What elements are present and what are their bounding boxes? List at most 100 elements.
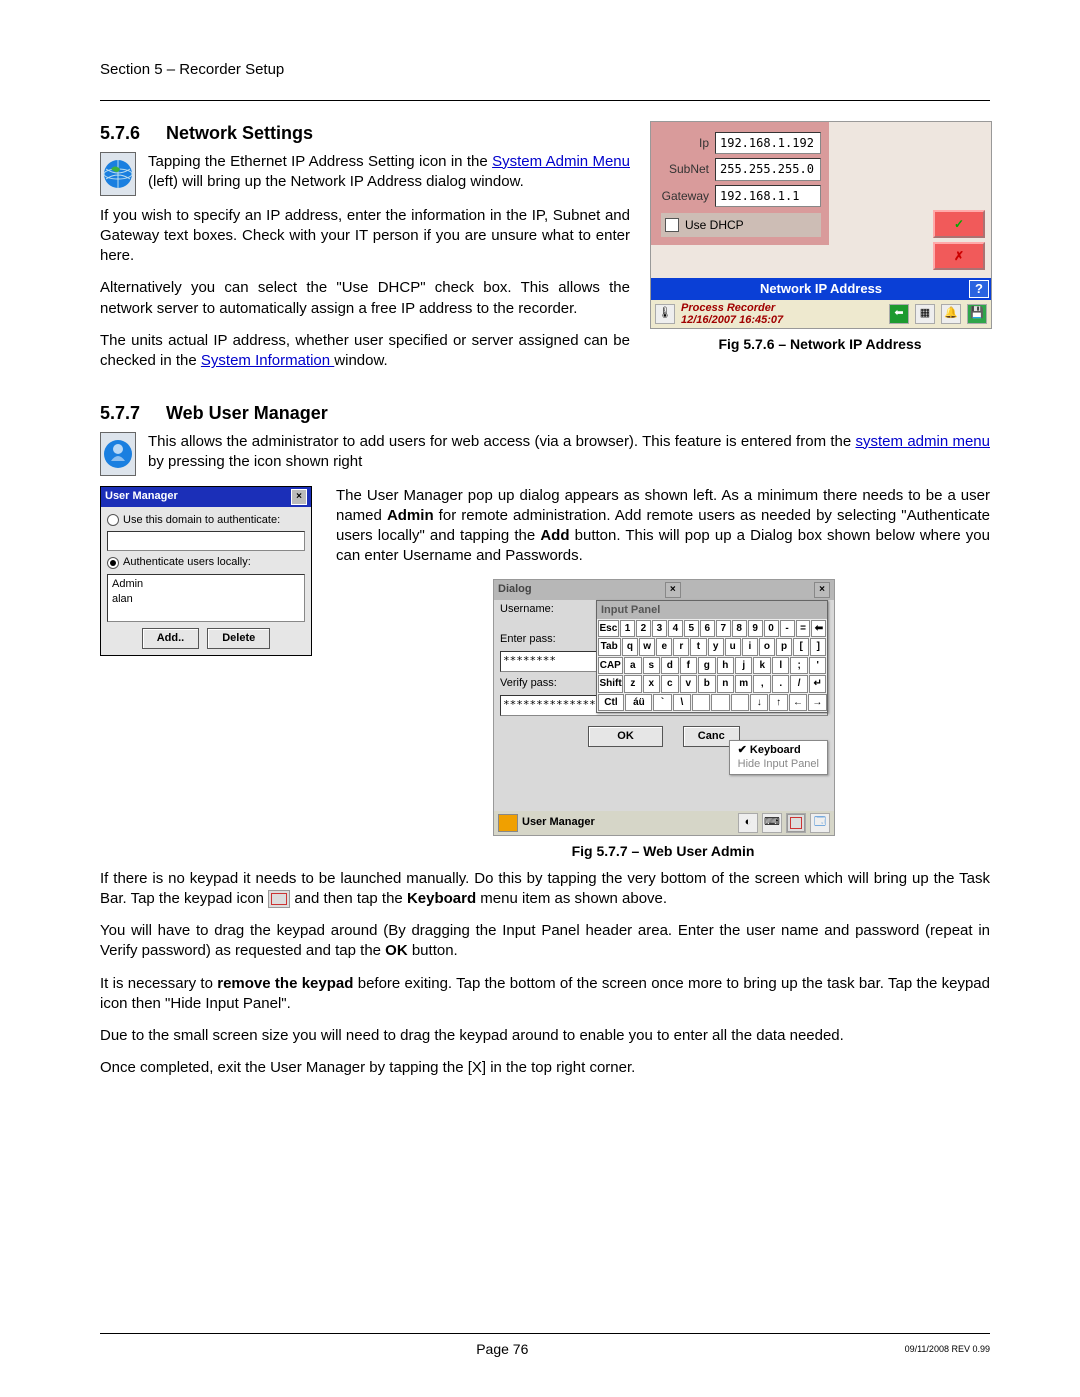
key[interactable]: j	[735, 657, 752, 675]
key[interactable]: s	[643, 657, 660, 675]
radio-local[interactable]: Authenticate users locally:	[107, 555, 305, 570]
key[interactable]: 9	[748, 620, 763, 638]
key[interactable]: 2	[636, 620, 651, 638]
key[interactable]: \	[673, 694, 691, 712]
key[interactable]: m	[735, 675, 752, 693]
key[interactable]: 6	[700, 620, 715, 638]
input-panel-title[interactable]: Input Panel	[597, 601, 827, 620]
bottom-rule	[100, 1333, 990, 1334]
gateway-input[interactable]: 192.168.1.1	[715, 185, 821, 207]
verifypass-label: Verify pass:	[500, 676, 557, 691]
link-system-admin-menu[interactable]: System Admin Menu	[492, 153, 630, 170]
user-item[interactable]: Admin	[112, 577, 300, 592]
link-system-admin-menu-2[interactable]: system admin menu	[856, 433, 990, 450]
key[interactable]: 0	[764, 620, 779, 638]
tray-icon[interactable]: ⌨	[762, 813, 782, 833]
radio-domain[interactable]: Use this domain to authenticate:	[107, 513, 305, 528]
key[interactable]: i	[742, 638, 758, 656]
key[interactable]: CAP	[598, 657, 624, 675]
key[interactable]: d	[661, 657, 678, 675]
key[interactable]: u	[725, 638, 741, 656]
key[interactable]: '	[809, 657, 826, 675]
key[interactable]: Shift	[598, 675, 624, 693]
key[interactable]: x	[643, 675, 660, 693]
key[interactable]: o	[759, 638, 775, 656]
nav-icon[interactable]: ⬅	[889, 304, 909, 324]
key[interactable]: z	[624, 675, 641, 693]
cancel-button[interactable]: ✗	[933, 242, 985, 270]
key[interactable]: áü	[625, 694, 652, 712]
key[interactable]: a	[624, 657, 641, 675]
help-icon[interactable]: ?	[969, 280, 989, 298]
key[interactable]: e	[656, 638, 672, 656]
key[interactable]: `	[653, 694, 671, 712]
key[interactable]: p	[776, 638, 792, 656]
key[interactable]: =	[796, 620, 811, 638]
close-icon[interactable]: ×	[291, 489, 307, 505]
key[interactable]: .	[772, 675, 789, 693]
key[interactable]: ↵	[809, 675, 826, 693]
key[interactable]: [	[793, 638, 809, 656]
key[interactable]: Tab	[598, 638, 621, 656]
grid-icon[interactable]: ▦	[915, 304, 935, 324]
taskbar-item[interactable]: User Manager	[522, 815, 595, 830]
key[interactable]: c	[661, 675, 678, 693]
keyboard-menu-item[interactable]: ✔ Keyboard	[738, 743, 819, 758]
key[interactable]: /	[790, 675, 807, 693]
ok-button[interactable]: OK	[588, 726, 663, 747]
key[interactable]: →	[808, 694, 826, 712]
close-icon[interactable]: ×	[814, 582, 830, 598]
tray-icon[interactable]: 🗔	[810, 813, 830, 833]
key[interactable]: q	[622, 638, 638, 656]
save-icon[interactable]: 💾	[967, 304, 987, 324]
key[interactable]: Ctl	[598, 694, 625, 712]
key[interactable]	[711, 694, 729, 712]
key[interactable]: ]	[810, 638, 826, 656]
p-577-2: The User Manager pop up dialog appears a…	[336, 486, 990, 567]
key[interactable]: Esc	[598, 620, 620, 638]
subnet-input[interactable]: 255.255.255.0	[715, 158, 821, 180]
hide-panel-menu-item[interactable]: Hide Input Panel	[738, 757, 819, 772]
key[interactable]: ,	[753, 675, 770, 693]
key[interactable]: w	[639, 638, 655, 656]
key[interactable]: -	[780, 620, 795, 638]
fig-577-caption: Fig 5.7.7 – Web User Admin	[493, 842, 833, 861]
key[interactable]: y	[708, 638, 724, 656]
ok-button[interactable]: ✓	[933, 210, 985, 238]
link-system-information[interactable]: System Information	[201, 352, 334, 369]
key[interactable]: h	[717, 657, 734, 675]
key[interactable]: 8	[732, 620, 747, 638]
use-dhcp-checkbox[interactable]: Use DHCP	[661, 213, 821, 237]
key[interactable]: n	[717, 675, 734, 693]
key[interactable]: 5	[684, 620, 699, 638]
alarm-icon[interactable]: 🔔	[941, 304, 961, 324]
user-item[interactable]: alan	[112, 592, 300, 607]
key[interactable]: ⬅	[811, 620, 826, 638]
key[interactable]: g	[698, 657, 715, 675]
key[interactable]: ↓	[750, 694, 768, 712]
key[interactable]: f	[680, 657, 697, 675]
ip-input[interactable]: 192.168.1.192	[715, 132, 821, 154]
key[interactable]: r	[673, 638, 689, 656]
keypad-tray-icon[interactable]	[786, 813, 806, 833]
key[interactable]: k	[753, 657, 770, 675]
key[interactable]: ;	[790, 657, 807, 675]
key[interactable]: 3	[652, 620, 667, 638]
delete-button[interactable]: Delete	[207, 628, 270, 649]
key[interactable]: l	[772, 657, 789, 675]
add-button[interactable]: Add..	[142, 628, 200, 649]
revision: 09/11/2008 REV 0.99	[905, 1343, 990, 1355]
key[interactable]: ←	[789, 694, 807, 712]
key[interactable]: 1	[620, 620, 635, 638]
close-icon[interactable]: ×	[665, 582, 681, 598]
start-icon[interactable]	[498, 814, 518, 832]
key[interactable]: 4	[668, 620, 683, 638]
key[interactable]: 7	[716, 620, 731, 638]
tray-icon[interactable]: ◐	[738, 813, 758, 833]
key[interactable]	[731, 694, 749, 712]
key[interactable]: v	[680, 675, 697, 693]
key[interactable]: b	[698, 675, 715, 693]
key[interactable]: ↑	[769, 694, 787, 712]
key[interactable]: t	[690, 638, 706, 656]
key[interactable]	[692, 694, 710, 712]
